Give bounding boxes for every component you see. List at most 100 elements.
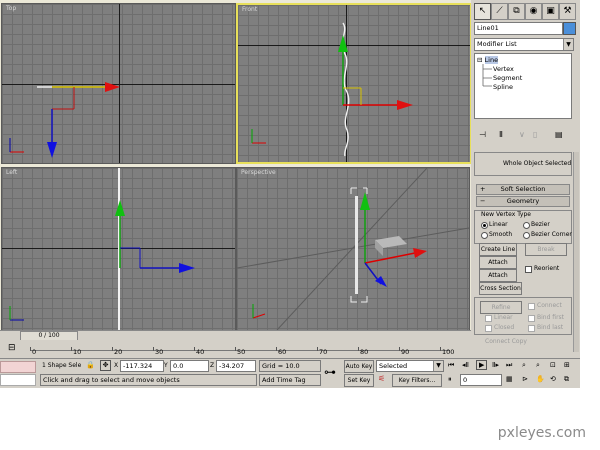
radio-smooth[interactable] bbox=[481, 232, 488, 239]
zoom-extents-icon[interactable]: ⊡ bbox=[550, 361, 556, 369]
key-mode-toggle-icon[interactable]: ⏸ bbox=[448, 375, 452, 384]
trackbar[interactable]: ⊟ 0 10 20 30 40 50 60 70 80 90 100 bbox=[0, 340, 471, 358]
connect-checkbox[interactable] bbox=[528, 303, 535, 310]
tab-hierarchy[interactable]: ⧉ bbox=[508, 3, 525, 20]
stack-item-segment[interactable]: Segment bbox=[493, 74, 522, 82]
make-unique-icon[interactable]: ∨ bbox=[519, 130, 525, 139]
viewport-front[interactable]: Front bbox=[236, 3, 472, 164]
curve-editor-icon[interactable]: ⊟ bbox=[8, 343, 16, 353]
axis-tripod bbox=[9, 138, 24, 153]
viewport-label-front: Front bbox=[242, 6, 258, 13]
viewport-top[interactable]: Top bbox=[1, 3, 236, 164]
maxscript-listener-white[interactable] bbox=[0, 374, 36, 386]
add-time-tag[interactable]: Add Time Tag bbox=[259, 374, 321, 386]
previous-frame-icon[interactable]: ◂Ⅱ bbox=[462, 361, 469, 369]
hammer-icon: ⚒ bbox=[563, 6, 572, 16]
stack-item-spline[interactable]: Spline bbox=[493, 83, 513, 91]
cross-section-button[interactable]: Cross Section bbox=[479, 282, 522, 295]
go-to-start-icon[interactable]: ⏮ bbox=[448, 361, 454, 370]
key-mode-icon[interactable]: ⚟ bbox=[378, 374, 385, 383]
time-configuration-icon[interactable]: ▦ bbox=[506, 375, 513, 383]
time-slider[interactable]: 0 / 100 bbox=[0, 330, 471, 341]
trackbar-tick-mark bbox=[235, 347, 236, 351]
x-coordinate-field[interactable]: -117.324 bbox=[120, 360, 164, 372]
current-frame-field[interactable]: 0 bbox=[460, 374, 502, 386]
radio-linear[interactable] bbox=[481, 222, 488, 229]
tab-utilities[interactable]: ⚒ bbox=[559, 3, 576, 20]
command-panel-scrollbar[interactable] bbox=[573, 152, 579, 352]
maximize-viewport-icon[interactable]: ⧉ bbox=[564, 375, 569, 384]
radio-bezier[interactable] bbox=[523, 222, 530, 229]
connect-copy-label: Connect Copy bbox=[485, 338, 527, 345]
attach-button[interactable]: Attach bbox=[479, 256, 517, 269]
z-coordinate-field[interactable]: -34.207 bbox=[216, 360, 256, 372]
reorient-checkbox[interactable] bbox=[525, 266, 532, 273]
tab-display[interactable]: ▣ bbox=[542, 3, 559, 20]
new-vertex-type-group: New Vertex Type Linear Bezier Smooth Bez… bbox=[474, 210, 572, 244]
trackbar-tick-label: 90 bbox=[401, 348, 410, 356]
viewport-label-left: Left bbox=[6, 169, 18, 176]
attach-mult-button[interactable]: Attach Mult. bbox=[479, 269, 517, 290]
zoom-extents-all-icon[interactable]: ⊞ bbox=[564, 361, 570, 369]
next-frame-icon[interactable]: Ⅱ▸ bbox=[492, 361, 499, 369]
field-of-view-icon[interactable]: ⊳ bbox=[522, 375, 528, 383]
transform-gizmo[interactable] bbox=[355, 188, 460, 288]
trackbar-tick-mark bbox=[358, 347, 359, 351]
maxscript-listener-pink[interactable] bbox=[0, 361, 36, 373]
rollout-soft-selection[interactable]: + Soft Selection bbox=[476, 184, 570, 195]
group-title: New Vertex Type bbox=[481, 211, 531, 218]
transform-gizmo[interactable] bbox=[32, 74, 132, 159]
tab-modify[interactable]: ⟋ bbox=[491, 3, 508, 20]
tab-create[interactable]: ↖ bbox=[474, 3, 491, 20]
transform-gizmo[interactable] bbox=[107, 196, 202, 276]
pan-hand-icon[interactable]: ✋ bbox=[536, 375, 545, 383]
trackbar-tick-mark bbox=[276, 347, 277, 351]
tab-motion[interactable]: ◉ bbox=[525, 3, 542, 20]
y-coordinate-field[interactable]: 0.0 bbox=[170, 360, 209, 372]
linear-checkbox[interactable] bbox=[485, 315, 492, 322]
show-end-result-icon[interactable]: Ⅱ bbox=[499, 130, 503, 139]
zoom-all-icon[interactable]: ⌕ bbox=[536, 361, 540, 370]
rollout-title: Soft Selection bbox=[500, 185, 546, 193]
absolute-mode-icon[interactable]: ✥ bbox=[100, 360, 111, 371]
bind-last-checkbox[interactable] bbox=[528, 325, 535, 332]
stack-item-line[interactable]: ⊟ Line bbox=[477, 56, 499, 64]
rollout-geometry[interactable]: − Geometry bbox=[476, 196, 570, 207]
trackbar-tick-label: 0 bbox=[32, 348, 37, 356]
transform-gizmo[interactable] bbox=[333, 30, 423, 120]
auto-key-button[interactable]: Auto Key bbox=[344, 360, 374, 373]
key-icon[interactable]: ⊶ bbox=[324, 365, 336, 379]
stack-item-vertex[interactable]: Vertex bbox=[493, 65, 514, 73]
closed-checkbox[interactable] bbox=[485, 325, 492, 332]
trackbar-tick-label: 20 bbox=[114, 348, 123, 356]
viewport-perspective[interactable]: Perspective bbox=[236, 167, 470, 331]
refine-button[interactable]: Refine bbox=[480, 301, 522, 314]
key-selection-value: Selected bbox=[379, 362, 408, 370]
play-icon[interactable]: ▶ bbox=[476, 360, 488, 370]
go-to-end-icon[interactable]: ⏭ bbox=[506, 361, 512, 370]
modifier-list-dropdown[interactable]: Modifier List ▼ bbox=[474, 38, 574, 51]
break-button[interactable]: Break bbox=[525, 243, 567, 256]
radio-bezier-corner[interactable] bbox=[523, 232, 530, 239]
remove-modifier-icon[interactable]: ▯ bbox=[533, 130, 537, 139]
orbit-icon[interactable]: ⟲ bbox=[550, 375, 556, 383]
prompt-line: Click and drag to select and move object… bbox=[40, 374, 257, 386]
refine-group: Refine Connect Linear Bind first Closed … bbox=[474, 297, 572, 335]
key-selection-dropdown[interactable]: Selected ▼ bbox=[376, 360, 444, 372]
trackbar-tick-mark bbox=[153, 347, 154, 351]
create-line-button[interactable]: Create Line bbox=[479, 243, 517, 256]
trackbar-tick-mark bbox=[194, 347, 195, 351]
zoom-icon[interactable]: ⌕ bbox=[522, 361, 526, 370]
pin-stack-icon[interactable]: ⊣ bbox=[479, 130, 486, 139]
key-filters-button[interactable]: Key Filters... bbox=[392, 374, 442, 387]
status-bar: 1 Shape Sele 🔒 ✥ X -117.324 Y 0.0 Z -34.… bbox=[0, 358, 580, 388]
bind-first-checkbox[interactable] bbox=[528, 315, 535, 322]
axis-tripod bbox=[9, 306, 24, 321]
selection-info-text: Whole Object Selected bbox=[503, 160, 572, 167]
object-name-field[interactable]: Line01 bbox=[474, 22, 563, 35]
configure-modifier-sets-icon[interactable]: ▤ bbox=[555, 130, 563, 139]
set-key-button[interactable]: Set Key bbox=[344, 374, 374, 387]
object-color-swatch[interactable] bbox=[563, 22, 576, 35]
lock-icon[interactable]: 🔒 bbox=[86, 361, 95, 369]
viewport-left[interactable]: Left bbox=[1, 167, 236, 331]
